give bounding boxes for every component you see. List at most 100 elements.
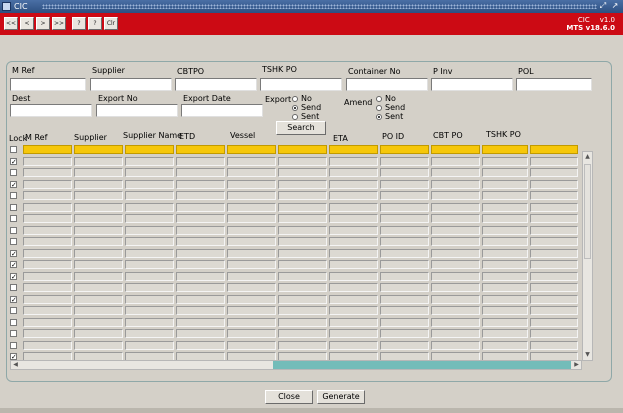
grid-cell[interactable] [380,283,429,292]
grid-cell[interactable] [278,203,327,212]
grid-cell[interactable] [278,249,327,258]
column-header-etd[interactable]: ETD [179,132,195,141]
grid-cell[interactable] [227,203,276,212]
grid-cell[interactable] [125,237,174,246]
grid-cell[interactable] [530,191,578,200]
grid-cell[interactable] [380,329,429,338]
grid-cell[interactable] [278,260,327,269]
grid-cell[interactable] [23,191,72,200]
column-header-supplier-name[interactable]: Supplier Name [123,131,182,140]
grid-cell[interactable] [125,306,174,315]
dest-input[interactable] [10,104,92,117]
tshk-po-input[interactable] [260,78,342,91]
grid-cell[interactable] [227,214,276,223]
grid-cell[interactable] [431,237,480,246]
grid-cell[interactable] [125,168,174,177]
grid-cell[interactable] [482,260,528,269]
grid-cell[interactable] [530,157,578,166]
grid-cell[interactable] [431,329,480,338]
column-header-vessel[interactable]: Vessel [230,131,255,140]
vertical-scroll-thumb[interactable] [584,164,591,259]
grid-cell[interactable] [74,283,123,292]
grid-cell[interactable] [74,145,123,154]
grid-cell[interactable] [530,329,578,338]
grid-cell[interactable] [530,237,578,246]
grid-cell[interactable] [74,226,123,235]
lock-checkbox[interactable] [10,192,17,199]
grid-cell[interactable] [329,283,378,292]
grid-cell[interactable] [380,249,429,258]
grid-cell[interactable] [380,237,429,246]
grid-cell[interactable] [482,145,528,154]
grid-cell[interactable] [380,341,429,350]
grid-cell[interactable] [176,341,225,350]
lock-checkbox[interactable] [10,146,17,153]
grid-cell[interactable] [329,341,378,350]
grid-cell[interactable] [278,180,327,189]
grid-cell[interactable] [125,180,174,189]
lock-checkbox[interactable] [10,319,17,326]
pol-input[interactable] [516,78,592,91]
grid-cell[interactable] [176,180,225,189]
grid-cell[interactable] [176,329,225,338]
grid-cell[interactable] [431,260,480,269]
grid-cell[interactable] [482,341,528,350]
grid-cell[interactable] [176,203,225,212]
grid-cell[interactable] [431,214,480,223]
grid-cell[interactable] [278,341,327,350]
next-record-button[interactable]: > [36,17,50,30]
previous-record-button[interactable]: < [20,17,34,30]
grid-cell[interactable] [74,329,123,338]
grid-cell[interactable] [74,180,123,189]
grid-cell[interactable] [278,145,327,154]
grid-cell[interactable] [176,168,225,177]
grid-cell[interactable] [125,329,174,338]
grid-cell[interactable] [176,191,225,200]
grid-cell[interactable] [23,329,72,338]
grid-cell[interactable] [482,168,528,177]
last-record-button[interactable]: >> [52,17,66,30]
export-date-input[interactable] [181,104,263,117]
grid-cell[interactable] [380,168,429,177]
grid-cell[interactable] [530,249,578,258]
grid-cell[interactable] [278,226,327,235]
grid-cell[interactable] [176,145,225,154]
grid-cell[interactable] [431,191,480,200]
grid-cell[interactable] [176,272,225,281]
cbtpo-input[interactable] [175,78,257,91]
scroll-left-icon[interactable]: ◀ [11,361,20,369]
lock-checkbox[interactable]: ✓ [10,181,17,189]
lock-checkbox[interactable]: ✓ [10,273,17,281]
grid-cell[interactable] [329,260,378,269]
grid-cell[interactable] [530,203,578,212]
search-button[interactable]: Search [276,121,326,135]
grid-cell[interactable] [74,157,123,166]
grid-cell[interactable] [125,214,174,223]
grid-cell[interactable] [23,180,72,189]
grid-cell[interactable] [176,237,225,246]
grid-cell[interactable] [176,306,225,315]
grid-cell[interactable] [74,272,123,281]
grid-cell[interactable] [380,191,429,200]
grid-cell[interactable] [431,272,480,281]
grid-cell[interactable] [278,191,327,200]
grid-cell[interactable] [329,318,378,327]
lock-checkbox[interactable] [10,215,17,222]
grid-cell[interactable] [227,157,276,166]
grid-cell[interactable] [74,306,123,315]
query-button[interactable]: ? [72,17,86,30]
grid-cell[interactable] [23,318,72,327]
grid-cell[interactable] [74,249,123,258]
grid-cell[interactable] [23,214,72,223]
export-send-radio[interactable] [292,105,298,111]
horizontal-scroll-thumb[interactable] [273,361,571,369]
grid-cell[interactable] [227,260,276,269]
grid-cell[interactable] [530,272,578,281]
grid-cell[interactable] [23,260,72,269]
grid-cell[interactable] [530,318,578,327]
grid-cell[interactable] [329,329,378,338]
grid-cell[interactable] [431,249,480,258]
grid-cell[interactable] [176,249,225,258]
grid-cell[interactable] [431,226,480,235]
clear-button[interactable]: Clr [104,17,118,30]
